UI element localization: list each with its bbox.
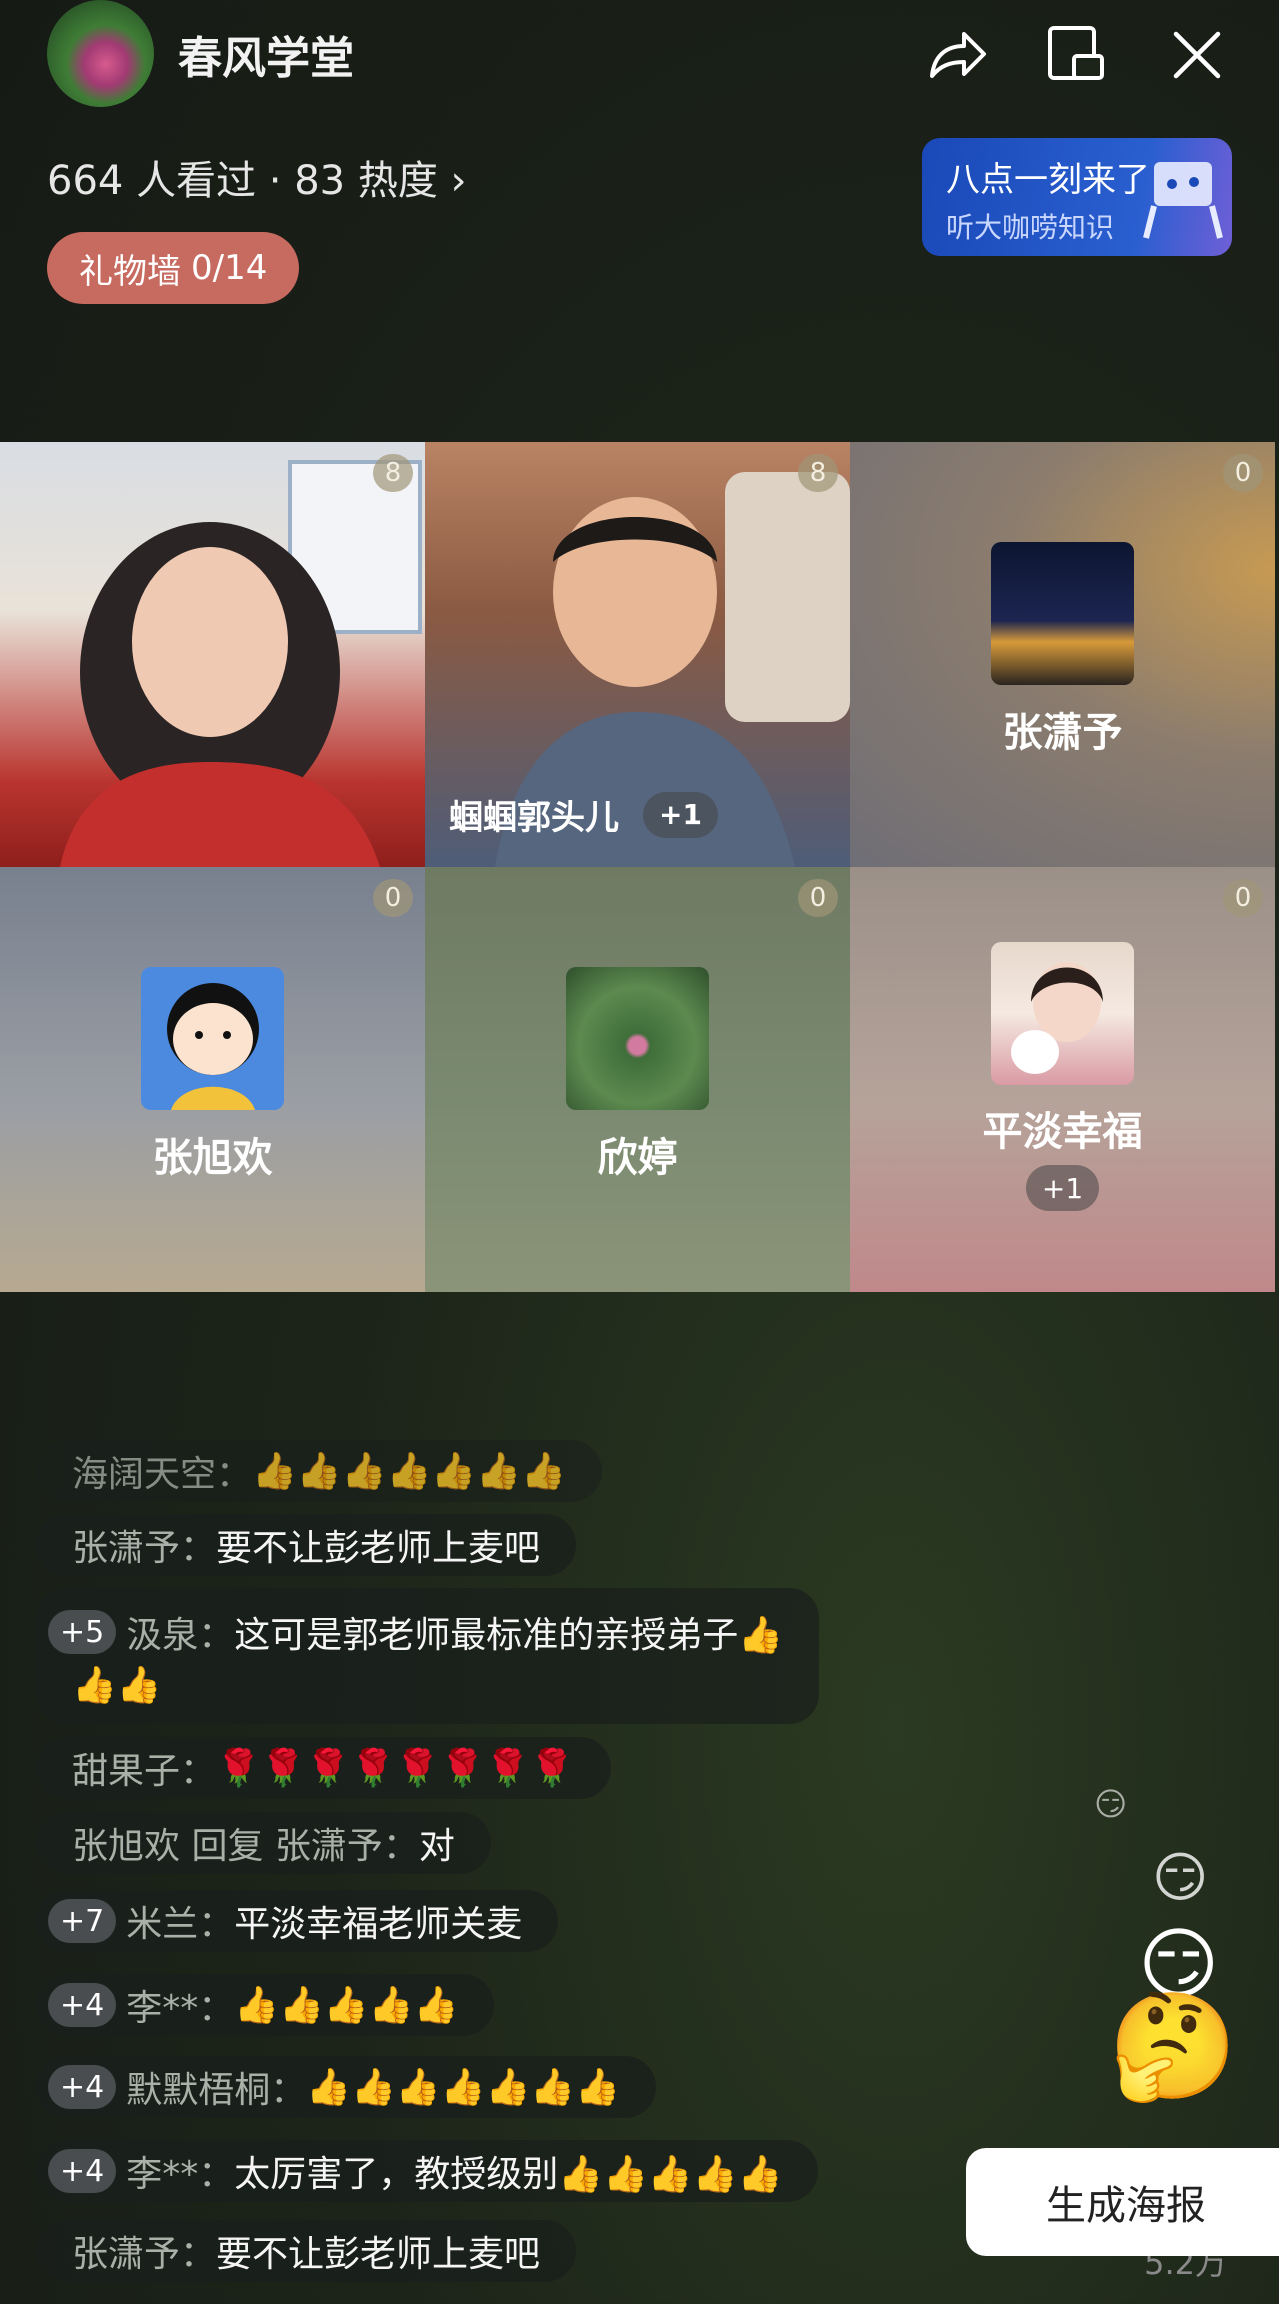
chat-text: 太厉害了，教授级别👍👍👍👍👍 bbox=[234, 2154, 783, 2195]
chat-message[interactable]: 甜果子： 🌹🌹🌹🌹🌹🌹🌹🌹 bbox=[36, 1737, 611, 1799]
gift-wall-count: 0/14 bbox=[191, 248, 268, 288]
seat-badge: 0 bbox=[1223, 454, 1263, 492]
chat-text: 平淡幸福老师关麦 bbox=[234, 1904, 523, 1945]
seat-name: 平淡幸福 bbox=[982, 1109, 1143, 1155]
chat-text-continued: 👍👍 bbox=[72, 1665, 162, 1706]
floating-emoji-icon: 😏 bbox=[1152, 1846, 1209, 1909]
chat-user: 米兰： bbox=[126, 1904, 235, 1945]
chat-user: 汲泉： bbox=[126, 1615, 235, 1656]
seat-name: 张旭欢 bbox=[152, 1135, 273, 1181]
seat-avatar bbox=[141, 967, 284, 1110]
seat-avatar bbox=[566, 967, 709, 1110]
seat-name: 张潇予 bbox=[1002, 710, 1123, 756]
user-level-badge: +4 bbox=[48, 2065, 117, 2109]
chat-user: 张旭欢 回复 张潇予： bbox=[72, 1826, 419, 1867]
promo-logo-icon bbox=[1143, 162, 1223, 239]
streamer-avatar[interactable] bbox=[47, 0, 154, 107]
chat-message[interactable]: +7 米兰： 平淡幸福老师关麦 bbox=[36, 1890, 559, 1952]
video-tile-host[interactable]: 8 bbox=[0, 442, 425, 867]
chat-user: 李**： bbox=[126, 1988, 235, 2029]
floating-emoji-icon: 😏 bbox=[1094, 1785, 1128, 1823]
share-icon[interactable] bbox=[924, 22, 990, 88]
gift-wall-label: 礼物墙 bbox=[79, 251, 181, 292]
seat-name: 欣婷 bbox=[597, 1135, 678, 1181]
chat-message[interactable]: +5 汲泉： 这可是郭老师最标准的亲授弟子👍 👍👍 bbox=[36, 1588, 820, 1724]
host-video-feed bbox=[60, 460, 422, 867]
seat-badge: 0 bbox=[1223, 879, 1263, 917]
chat-user: 海阔天空： bbox=[72, 1454, 253, 1495]
close-icon[interactable] bbox=[1164, 22, 1230, 88]
generate-poster-button[interactable]: 生成海报 bbox=[966, 2148, 1279, 2256]
chat-message[interactable]: 张潇予： 要不让彭老师上麦吧 bbox=[36, 2220, 577, 2282]
guest-plus-badge: +1 bbox=[643, 791, 718, 838]
promo-banner[interactable]: 八点一刻来了 听大咖唠知识 bbox=[922, 138, 1232, 256]
thinking-emoji-icon[interactable]: 🤔 bbox=[1108, 1985, 1238, 2108]
chat-text: 👍👍👍👍👍👍👍 bbox=[306, 2067, 621, 2108]
promo-subtitle: 听大咖唠知识 bbox=[946, 211, 1115, 244]
chat-message[interactable]: +4 李**： 👍👍👍👍👍 bbox=[36, 1974, 495, 2036]
seat-tile-3[interactable]: 0 张潇予 bbox=[850, 442, 1275, 867]
room-title: 春风学堂 bbox=[178, 33, 354, 84]
seat-badge: 0 bbox=[798, 879, 838, 917]
chat-message[interactable]: 张潇予： 要不让彭老师上麦吧 bbox=[36, 1514, 577, 1576]
user-level-badge: +4 bbox=[48, 1983, 117, 2027]
chat-text: 👍👍👍👍👍 bbox=[234, 1985, 459, 2026]
chat-text: 👍👍👍👍👍👍👍 bbox=[252, 1451, 566, 1492]
chat-message[interactable]: +4 默默梧桐： 👍👍👍👍👍👍👍 bbox=[36, 2056, 657, 2118]
chat-user: 默默梧桐： bbox=[126, 2070, 307, 2111]
seat-avatar bbox=[991, 942, 1134, 1085]
user-level-badge: +4 bbox=[48, 2149, 117, 2193]
seat-tile-6[interactable]: 0 平淡幸福 +1 bbox=[850, 867, 1275, 1292]
chat-message[interactable]: +4 李**： 太厉害了，教授级别👍👍👍👍👍 bbox=[36, 2140, 819, 2202]
chat-text: 这可是郭老师最标准的亲授弟子👍 bbox=[234, 1615, 784, 1656]
view-stats[interactable]: 664 人看过 · 83 热度 › bbox=[47, 148, 467, 206]
user-level-badge: +5 bbox=[48, 1610, 117, 1654]
chat-user: 甜果子： bbox=[72, 1751, 217, 1792]
guest-name: 蝈蝈郭头儿 bbox=[449, 798, 619, 838]
seat-badge: 8 bbox=[798, 454, 838, 492]
seat-tile-4[interactable]: 0 张旭欢 bbox=[0, 867, 425, 1292]
seat-tile-5[interactable]: 0 欣婷 bbox=[425, 867, 850, 1292]
seat-plus-badge: +1 bbox=[1025, 1165, 1100, 1211]
chat-text: 要不让彭老师上麦吧 bbox=[216, 1528, 541, 1569]
user-level-badge: +7 bbox=[48, 1899, 117, 1943]
chat-message[interactable]: 海阔天空： 👍👍👍👍👍👍👍 bbox=[36, 1440, 602, 1502]
video-tile-guest[interactable]: 8 蝈蝈郭头儿 +1 bbox=[425, 442, 850, 867]
seat-badge: 8 bbox=[373, 454, 413, 492]
seat-badge: 0 bbox=[373, 879, 413, 917]
seat-avatar bbox=[991, 542, 1134, 685]
chat-user: 李**： bbox=[126, 2154, 235, 2195]
chat-text: 🌹🌹🌹🌹🌹🌹🌹🌹 bbox=[216, 1748, 575, 1789]
gift-wall-button[interactable]: 礼物墙 0/14 bbox=[47, 232, 300, 304]
float-window-icon[interactable] bbox=[1044, 22, 1110, 88]
chat-message[interactable]: 张旭欢 回复 张潇予： 对 bbox=[36, 1812, 491, 1874]
chat-text: 对 bbox=[418, 1826, 455, 1867]
promo-title: 八点一刻来了 bbox=[946, 160, 1150, 200]
chat-user: 张潇予： bbox=[72, 1528, 217, 1569]
chat-user: 张潇予： bbox=[72, 2234, 217, 2275]
chat-text: 要不让彭老师上麦吧 bbox=[216, 2234, 541, 2275]
